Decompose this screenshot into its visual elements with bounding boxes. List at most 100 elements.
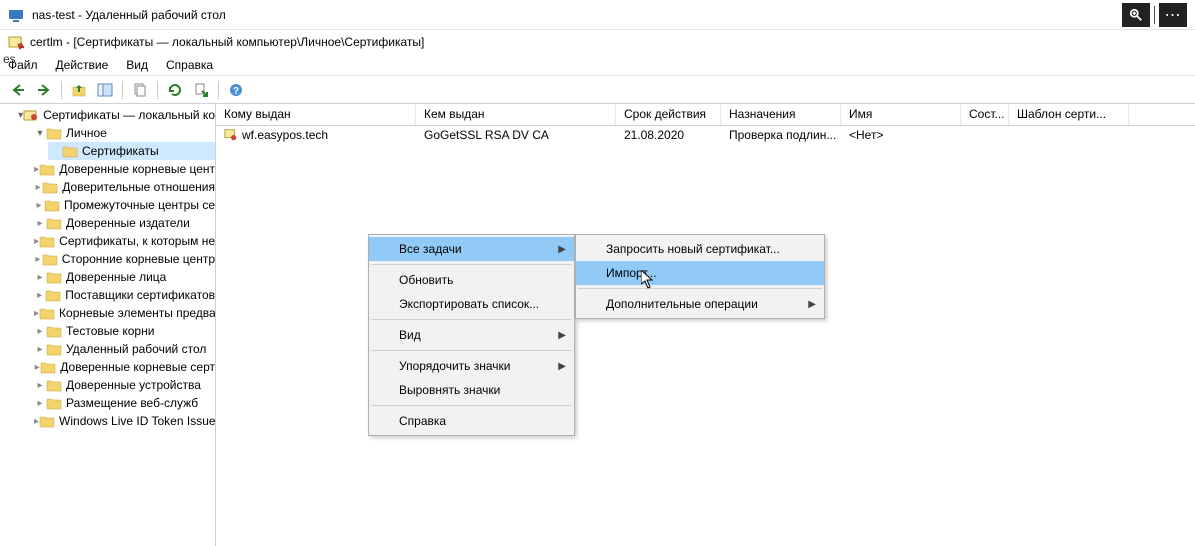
tree-item-label: Доверительные отношения bbox=[62, 180, 215, 194]
forward-button[interactable] bbox=[32, 79, 56, 101]
expander-icon[interactable]: ▸ bbox=[34, 254, 42, 265]
tree-item[interactable]: ▸ Поставщики сертификатов bbox=[32, 286, 215, 304]
folder-icon bbox=[46, 396, 62, 410]
expander-icon[interactable]: ▸ bbox=[34, 326, 46, 337]
menu-help[interactable]: Справка bbox=[166, 58, 213, 72]
tree-item[interactable]: ▸ Сторонние корневые центр bbox=[32, 250, 215, 268]
column-header[interactable]: Кому выдан bbox=[216, 104, 416, 125]
tree-item[interactable]: ▸ Удаленный рабочий стол bbox=[32, 340, 215, 358]
more-button[interactable]: ⋯ bbox=[1159, 3, 1187, 27]
tree-item-label: Сторонние корневые центр bbox=[62, 252, 215, 266]
expander-icon[interactable]: ▾ bbox=[34, 128, 46, 139]
tree-item[interactable]: ▸ Доверенные издатели bbox=[32, 214, 215, 232]
tree-item[interactable]: ▸Windows Live ID Token Issuer bbox=[32, 412, 215, 430]
tree-item[interactable]: ▸Промежуточные центры се bbox=[32, 196, 215, 214]
tree-item[interactable]: ▾ Личное bbox=[32, 124, 215, 142]
column-header[interactable]: Шаблон серти... bbox=[1009, 104, 1129, 125]
mmc-title: certlm - [Сертификаты — локальный компью… bbox=[30, 35, 424, 49]
back-button[interactable] bbox=[6, 79, 30, 101]
help-button[interactable]: ? bbox=[224, 79, 248, 101]
column-header[interactable]: Сост... bbox=[961, 104, 1009, 125]
tree-item-label: Доверенные корневые цент bbox=[59, 162, 215, 176]
context-menu-main[interactable]: Все задачи▶ ОбновитьЭкспортировать список… bbox=[368, 234, 575, 436]
submenu-arrow-icon: ▶ bbox=[558, 244, 566, 255]
tree-item-label: Личное bbox=[66, 126, 107, 140]
table-cell: wf.easypos.tech bbox=[216, 127, 416, 143]
tree-item-label: Размещение веб-служб bbox=[66, 396, 198, 410]
column-header[interactable]: Кем выдан bbox=[416, 104, 616, 125]
menu-item[interactable]: Импорт... bbox=[576, 261, 824, 285]
tree-item-label: Доверенные издатели bbox=[66, 216, 190, 230]
tree-item[interactable]: ▸Сертификаты, к которым не bbox=[32, 232, 215, 250]
menu-item[interactable]: Дополнительные операции▶ bbox=[576, 292, 824, 316]
copy-button[interactable] bbox=[128, 79, 152, 101]
submenu-arrow-icon: ▶ bbox=[808, 299, 816, 310]
tree-item-label: Удаленный рабочий стол bbox=[66, 342, 206, 356]
menubar: Файл Действие Вид Справка bbox=[0, 54, 1195, 76]
tree-item-label: Windows Live ID Token Issuer bbox=[59, 414, 216, 428]
menu-action[interactable]: Действие bbox=[56, 58, 109, 72]
submenu-arrow-icon: ▶ bbox=[558, 361, 566, 372]
menu-item[interactable]: Справка bbox=[369, 409, 574, 433]
column-header[interactable]: Срок действия bbox=[616, 104, 721, 125]
submenu-arrow-icon: ▶ bbox=[558, 330, 566, 341]
folder-icon bbox=[46, 216, 62, 230]
expander-icon[interactable]: ▸ bbox=[34, 290, 45, 301]
list-body[interactable]: wf.easypos.techGoGetSSL RSA DV CA21.08.2… bbox=[216, 126, 1195, 546]
menu-item[interactable]: Запросить новый сертификат... bbox=[576, 237, 824, 261]
expander-icon[interactable]: ▸ bbox=[34, 344, 46, 355]
folder-icon bbox=[62, 144, 78, 158]
certlm-icon bbox=[8, 34, 24, 50]
export-list-button[interactable] bbox=[189, 79, 213, 101]
folder-icon bbox=[44, 198, 60, 212]
folder-icon bbox=[42, 252, 58, 266]
folder-icon bbox=[46, 378, 62, 392]
context-menu-all-tasks[interactable]: Запросить новый сертификат...Импорт... До… bbox=[575, 234, 825, 319]
folder-icon bbox=[46, 342, 62, 356]
menu-item[interactable]: Обновить bbox=[369, 268, 574, 292]
tree-item[interactable]: Сертификаты bbox=[48, 142, 215, 160]
left-strip-text: es bbox=[0, 52, 16, 66]
rdp-icon bbox=[8, 7, 24, 23]
zoom-button[interactable] bbox=[1122, 3, 1150, 27]
expander-icon[interactable]: ▸ bbox=[34, 200, 44, 211]
expander-icon[interactable]: ▸ bbox=[34, 380, 46, 391]
expander-icon[interactable]: ▸ bbox=[34, 272, 46, 283]
tree-item-label: Поставщики сертификатов bbox=[65, 288, 215, 302]
menu-item[interactable]: Экспортировать список... bbox=[369, 292, 574, 316]
menu-item[interactable]: Вид▶ bbox=[369, 323, 574, 347]
folder-icon bbox=[39, 234, 55, 248]
expander-icon[interactable]: ▸ bbox=[34, 218, 46, 229]
expander-icon[interactable]: ▸ bbox=[34, 182, 42, 193]
rdp-title: nas-test - Удаленный рабочий стол bbox=[32, 8, 226, 22]
folder-icon bbox=[39, 414, 55, 428]
tree-item[interactable]: ▸Доверенные устройства bbox=[32, 376, 215, 394]
column-header[interactable]: Имя bbox=[841, 104, 961, 125]
list-pane[interactable]: Кому выданКем выданСрок действияНазначен… bbox=[216, 104, 1195, 546]
table-row[interactable]: wf.easypos.techGoGetSSL RSA DV CA21.08.2… bbox=[216, 126, 1195, 144]
snapin-icon bbox=[23, 108, 39, 122]
menu-item[interactable]: Все задачи▶ bbox=[369, 237, 574, 261]
refresh-button[interactable] bbox=[163, 79, 187, 101]
tree-item[interactable]: ▸Доверенные корневые серт bbox=[32, 358, 215, 376]
folder-icon bbox=[39, 162, 55, 176]
tree-item[interactable]: ▸Тестовые корни bbox=[32, 322, 215, 340]
column-header[interactable]: Назначения bbox=[721, 104, 841, 125]
tree-item[interactable]: ▸Корневые элементы предва bbox=[32, 304, 215, 322]
up-button[interactable] bbox=[67, 79, 91, 101]
tree-pane[interactable]: ▾ Сертификаты — локальный ко ▾ Личное Серт… bbox=[16, 104, 216, 546]
menu-item[interactable]: Упорядочить значки▶ bbox=[369, 354, 574, 378]
show-hide-tree-button[interactable] bbox=[93, 79, 117, 101]
menu-view[interactable]: Вид bbox=[126, 58, 148, 72]
tree-item[interactable]: ▸Доверенные корневые цент bbox=[32, 160, 215, 178]
menu-item[interactable]: Выровнять значки bbox=[369, 378, 574, 402]
expander-icon[interactable]: ▸ bbox=[34, 398, 46, 409]
tree-item[interactable]: ▸ Доверительные отношения bbox=[32, 178, 215, 196]
folder-icon bbox=[45, 288, 61, 302]
tree-root[interactable]: ▾ Сертификаты — локальный ко bbox=[16, 106, 215, 124]
tree-item[interactable]: ▸ Размещение веб-служб bbox=[32, 394, 215, 412]
table-cell: 21.08.2020 bbox=[616, 127, 721, 143]
tree-item[interactable]: ▸Доверенные лица bbox=[32, 268, 215, 286]
table-cell: <Нет> bbox=[841, 127, 961, 143]
tree-root-label: Сертификаты — локальный ко bbox=[43, 108, 215, 122]
